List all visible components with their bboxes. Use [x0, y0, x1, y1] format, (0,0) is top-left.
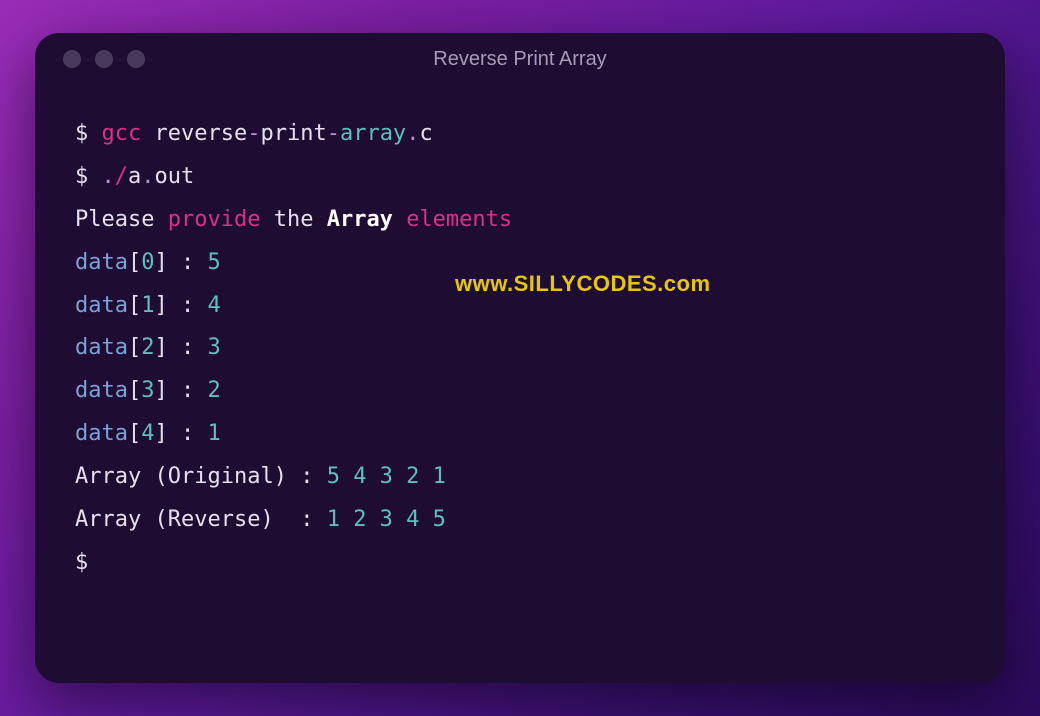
command-line-2: $ ./a.out [75, 156, 965, 199]
data-index: 1 [141, 293, 154, 318]
window-title: Reverse Print Array [55, 48, 985, 71]
command-line-1: $ gcc reverse-print-array.c [75, 113, 965, 156]
data-var: data [75, 293, 128, 318]
gcc-command: gcc [102, 121, 142, 146]
data-input-line: data[2] : 3 [75, 327, 965, 370]
maximize-button[interactable] [127, 50, 145, 68]
data-value: 2 [207, 378, 220, 403]
data-index: 4 [141, 421, 154, 446]
traffic-lights [63, 50, 145, 68]
output-prompt-line: Please provide the Array elements [75, 199, 965, 242]
title-bar: Reverse Print Array [35, 33, 1005, 85]
reverse-values: 1 2 3 4 5 [327, 507, 446, 532]
data-value: 4 [207, 293, 220, 318]
terminal-window: Reverse Print Array www.SILLYCODES.com $… [35, 33, 1005, 683]
minimize-button[interactable] [95, 50, 113, 68]
watermark: www.SILLYCODES.com [455, 263, 711, 306]
array-original-line: Array (Original) : 5 4 3 2 1 [75, 456, 965, 499]
data-input-line: data[3] : 2 [75, 370, 965, 413]
data-var: data [75, 378, 128, 403]
prompt: $ [75, 164, 102, 189]
original-values: 5 4 3 2 1 [327, 464, 446, 489]
data-value: 3 [207, 335, 220, 360]
data-index: 2 [141, 335, 154, 360]
array-reverse-line: Array (Reverse) : 1 2 3 4 5 [75, 499, 965, 542]
terminal-content[interactable]: www.SILLYCODES.com $ gcc reverse-print-a… [35, 85, 1005, 613]
close-button[interactable] [63, 50, 81, 68]
data-var: data [75, 250, 128, 275]
data-index: 0 [141, 250, 154, 275]
data-var: data [75, 421, 128, 446]
data-var: data [75, 335, 128, 360]
data-index: 3 [141, 378, 154, 403]
data-value: 5 [207, 250, 220, 275]
data-value: 1 [207, 421, 220, 446]
prompt: $ [75, 121, 102, 146]
data-input-line: data[4] : 1 [75, 413, 965, 456]
final-prompt: $ [75, 542, 965, 585]
